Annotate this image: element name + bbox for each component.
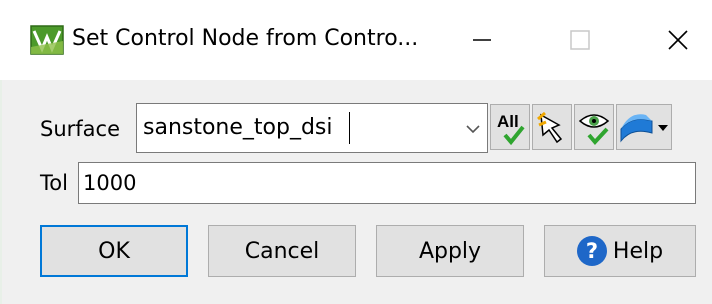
surface-dropdown-icon <box>620 114 668 143</box>
surface-label: Surface <box>40 117 121 141</box>
surface-value: sanstone_top_dsi <box>143 115 333 140</box>
maximize-button[interactable] <box>550 10 610 70</box>
help-button[interactable]: ? Help <box>544 225 696 277</box>
text-cursor <box>349 112 350 144</box>
ok-label: OK <box>98 238 130 264</box>
maximize-icon <box>570 30 590 50</box>
minimize-icon <box>473 39 491 41</box>
eye-check-icon <box>578 114 610 146</box>
tol-input[interactable]: 1000 <box>78 162 696 204</box>
cancel-button[interactable]: Cancel <box>208 225 356 277</box>
tol-value: 1000 <box>83 171 137 195</box>
surface-combobox[interactable]: sanstone_top_dsi <box>136 103 488 153</box>
pick-arrow-icon <box>537 111 563 144</box>
apply-button[interactable]: Apply <box>376 225 524 277</box>
chevron-down-icon[interactable] <box>461 116 485 140</box>
window-title: Set Control Node from Contro... <box>72 26 419 51</box>
ok-button[interactable]: OK <box>40 225 188 277</box>
minimize-button[interactable] <box>452 10 512 70</box>
window-edge <box>0 80 2 304</box>
title-bar[interactable]: Set Control Node from Contro... <box>0 0 712 80</box>
visible-button[interactable] <box>574 104 614 150</box>
app-icon <box>30 25 64 55</box>
close-button[interactable] <box>648 10 708 70</box>
close-icon <box>668 30 688 50</box>
tol-label: Tol <box>40 171 68 195</box>
all-check-icon: All <box>497 112 525 146</box>
help-icon: ? <box>576 236 607 266</box>
select-all-button[interactable]: All <box>490 104 530 150</box>
pick-button[interactable] <box>532 104 572 150</box>
cancel-label: Cancel <box>244 238 320 264</box>
surface-type-button[interactable] <box>616 104 672 150</box>
apply-label: Apply <box>418 238 482 264</box>
all-label: All <box>497 112 519 131</box>
help-label: Help <box>612 238 664 264</box>
dialog-window: Set Control Node from Contro... Surface … <box>0 0 712 304</box>
